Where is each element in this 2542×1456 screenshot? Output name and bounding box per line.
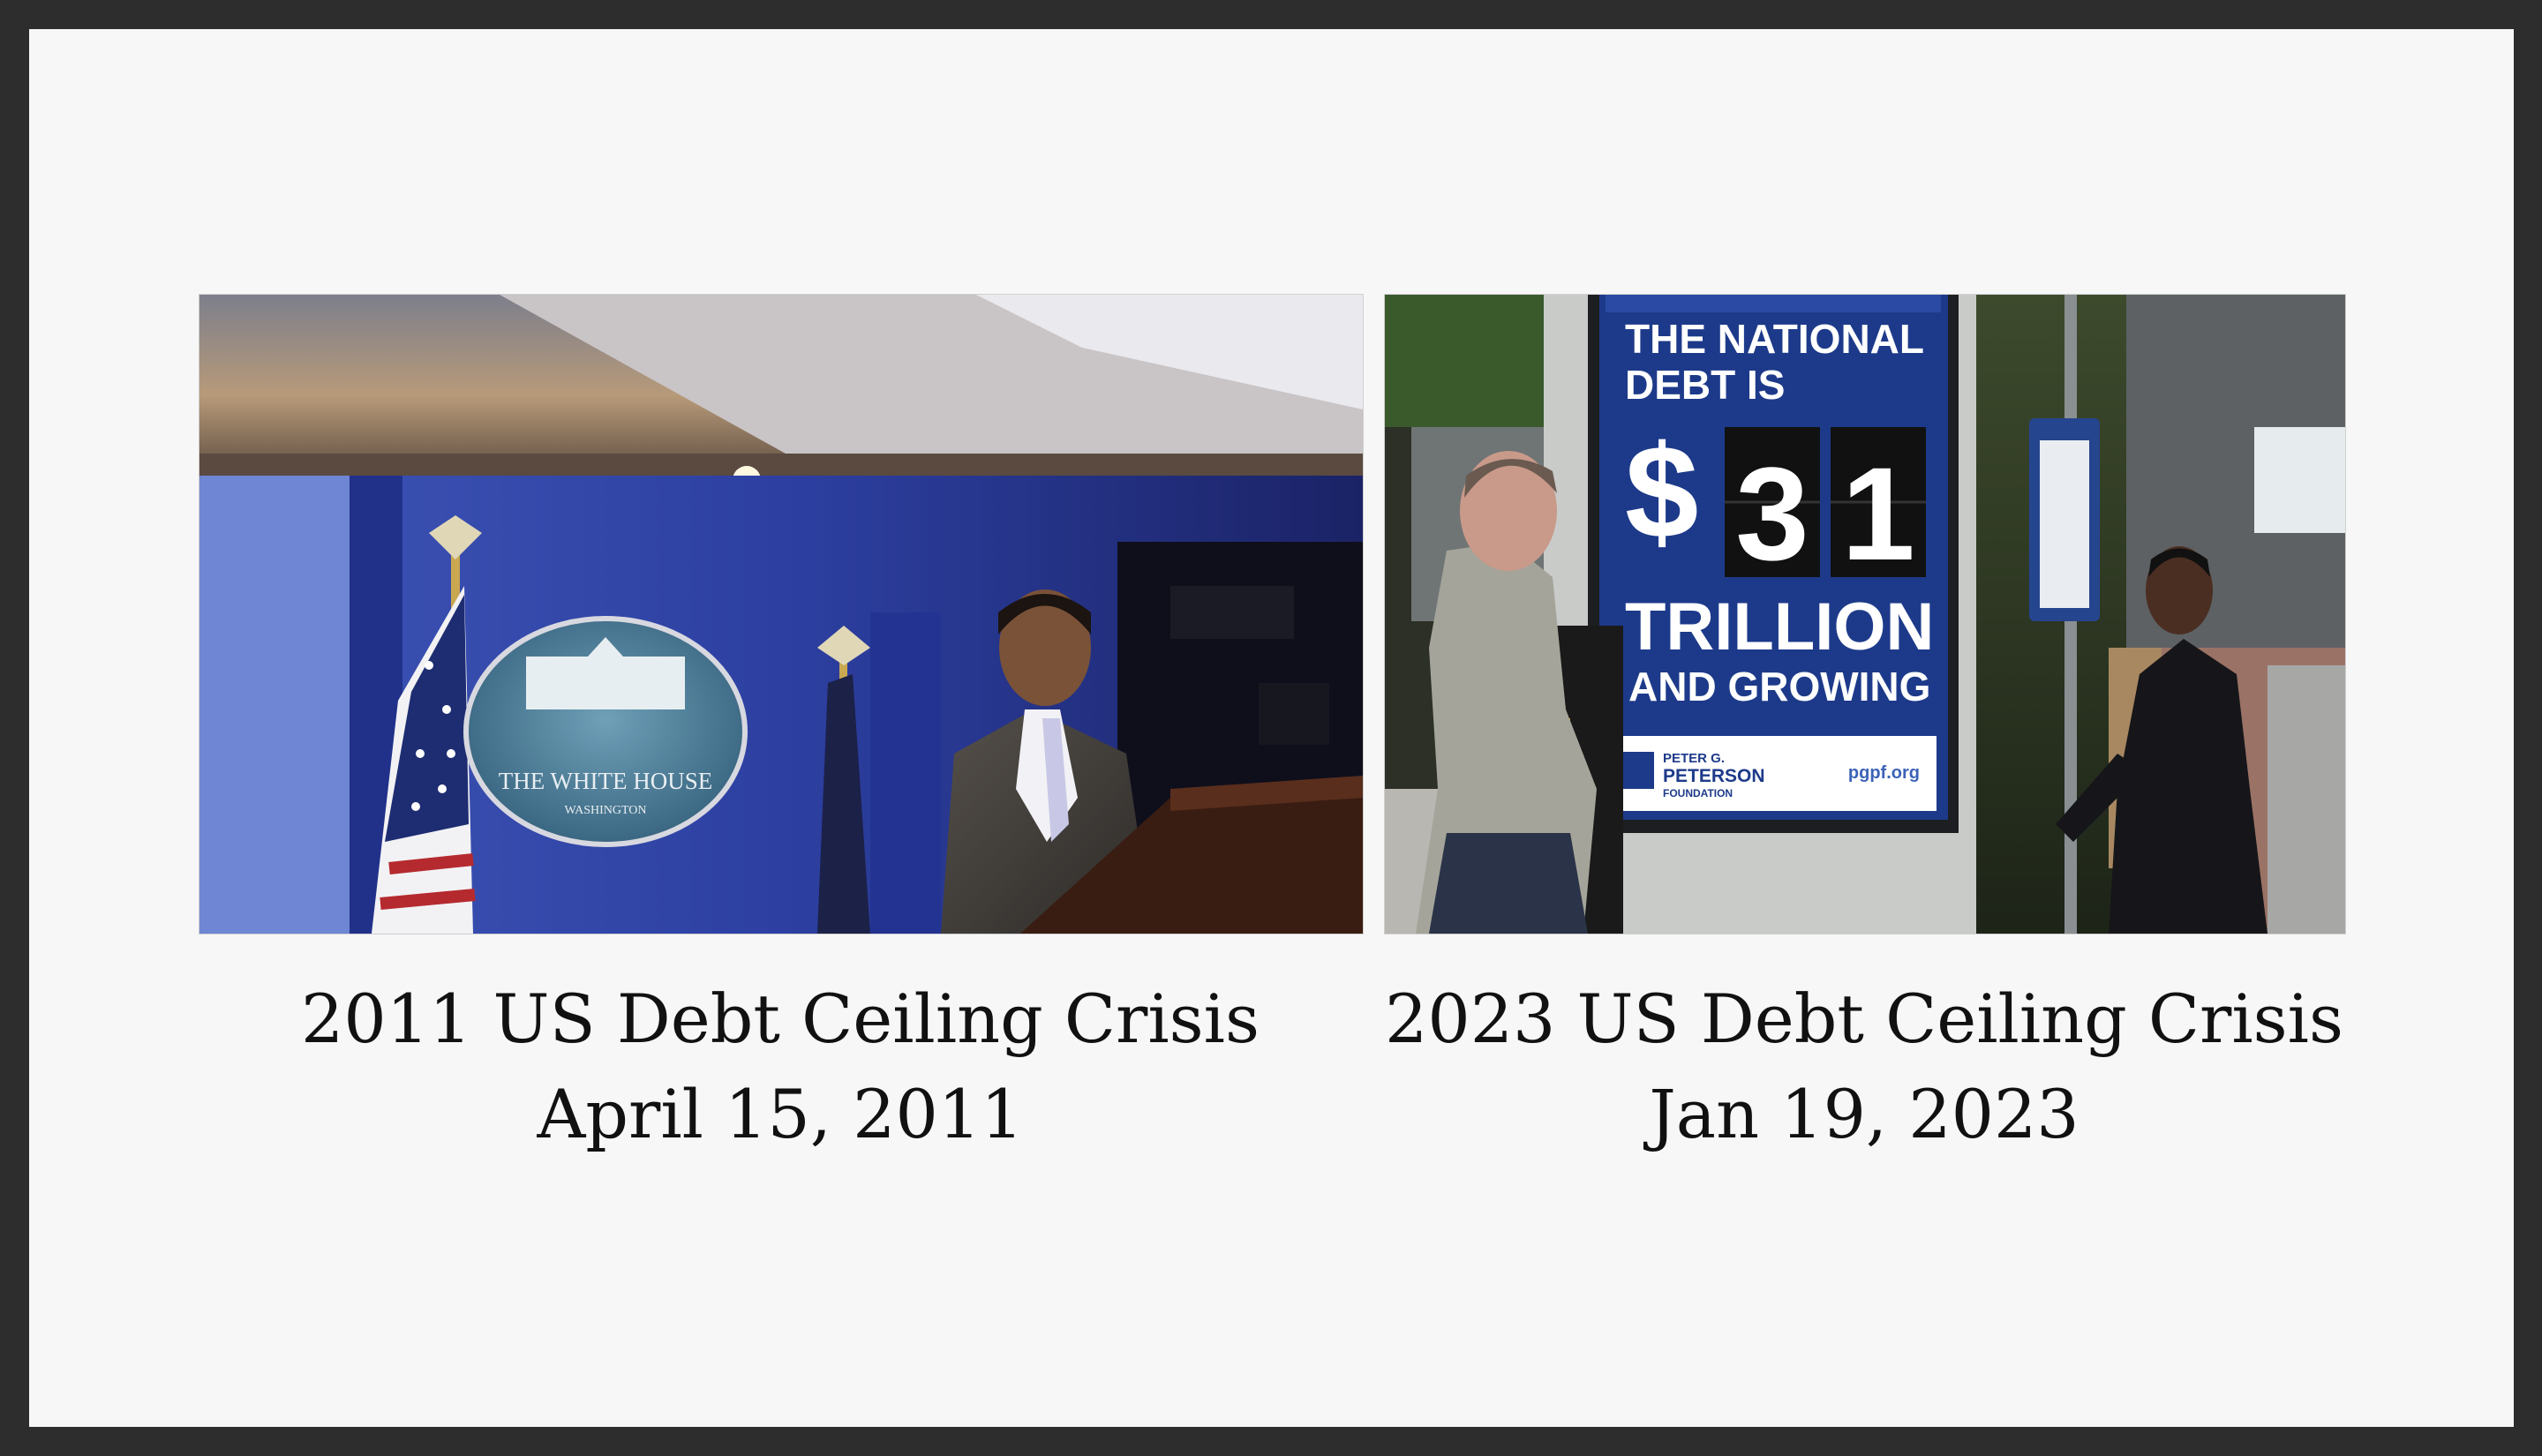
- debt-poster-photo: THE NATIONAL DEBT IS $ 3 1 TRILLION AND …: [1384, 294, 2346, 934]
- poster-line-1: THE NATIONAL: [1625, 316, 1924, 362]
- seal-text: THE WHITE HOUSE: [499, 768, 712, 794]
- poster-dollar-sign: $: [1625, 417, 1698, 566]
- poster-line-3: TRILLION: [1625, 589, 1934, 664]
- poster-line-2: DEBT IS: [1625, 362, 1785, 408]
- seal-subtext: WASHINGTON: [564, 804, 646, 817]
- foundation-name-2: PETERSON: [1663, 766, 1765, 786]
- left-caption-date: April 15, 2011: [537, 1075, 1024, 1153]
- poster-url: pgpf.org: [1848, 763, 1920, 783]
- foundation-name-1: PETER G.: [1663, 751, 1725, 766]
- right-caption-title: 2023 US Debt Ceiling Crisis: [1384, 979, 2343, 1058]
- right-caption-date: Jan 19, 2023: [1649, 1075, 2079, 1153]
- foundation-name-3: FOUNDATION: [1663, 787, 1733, 799]
- poster-line-4: AND GROWING: [1628, 664, 1930, 709]
- briefing-room-photo: THE WHITE HOUSE WASHINGTON: [199, 294, 1364, 934]
- briefing-room-illustration: THE WHITE HOUSE WASHINGTON: [199, 295, 1363, 934]
- right-caption: 2023 US Debt Ceiling Crisis Jan 19, 2023: [1384, 972, 2344, 1162]
- poster-digit-1: 3: [1735, 439, 1809, 588]
- debt-poster-illustration: THE NATIONAL DEBT IS $ 3 1 TRILLION AND …: [1385, 295, 2345, 934]
- left-caption: 2011 US Debt Ceiling Crisis April 15, 20…: [199, 972, 1362, 1162]
- left-caption-title: 2011 US Debt Ceiling Crisis: [300, 979, 1260, 1058]
- slide: THE WHITE HOUSE WASHINGTON THE NATIONAL …: [29, 29, 2514, 1427]
- poster-digit-2: 1: [1841, 439, 1914, 588]
- foundation-logo-icon: [1619, 752, 1654, 789]
